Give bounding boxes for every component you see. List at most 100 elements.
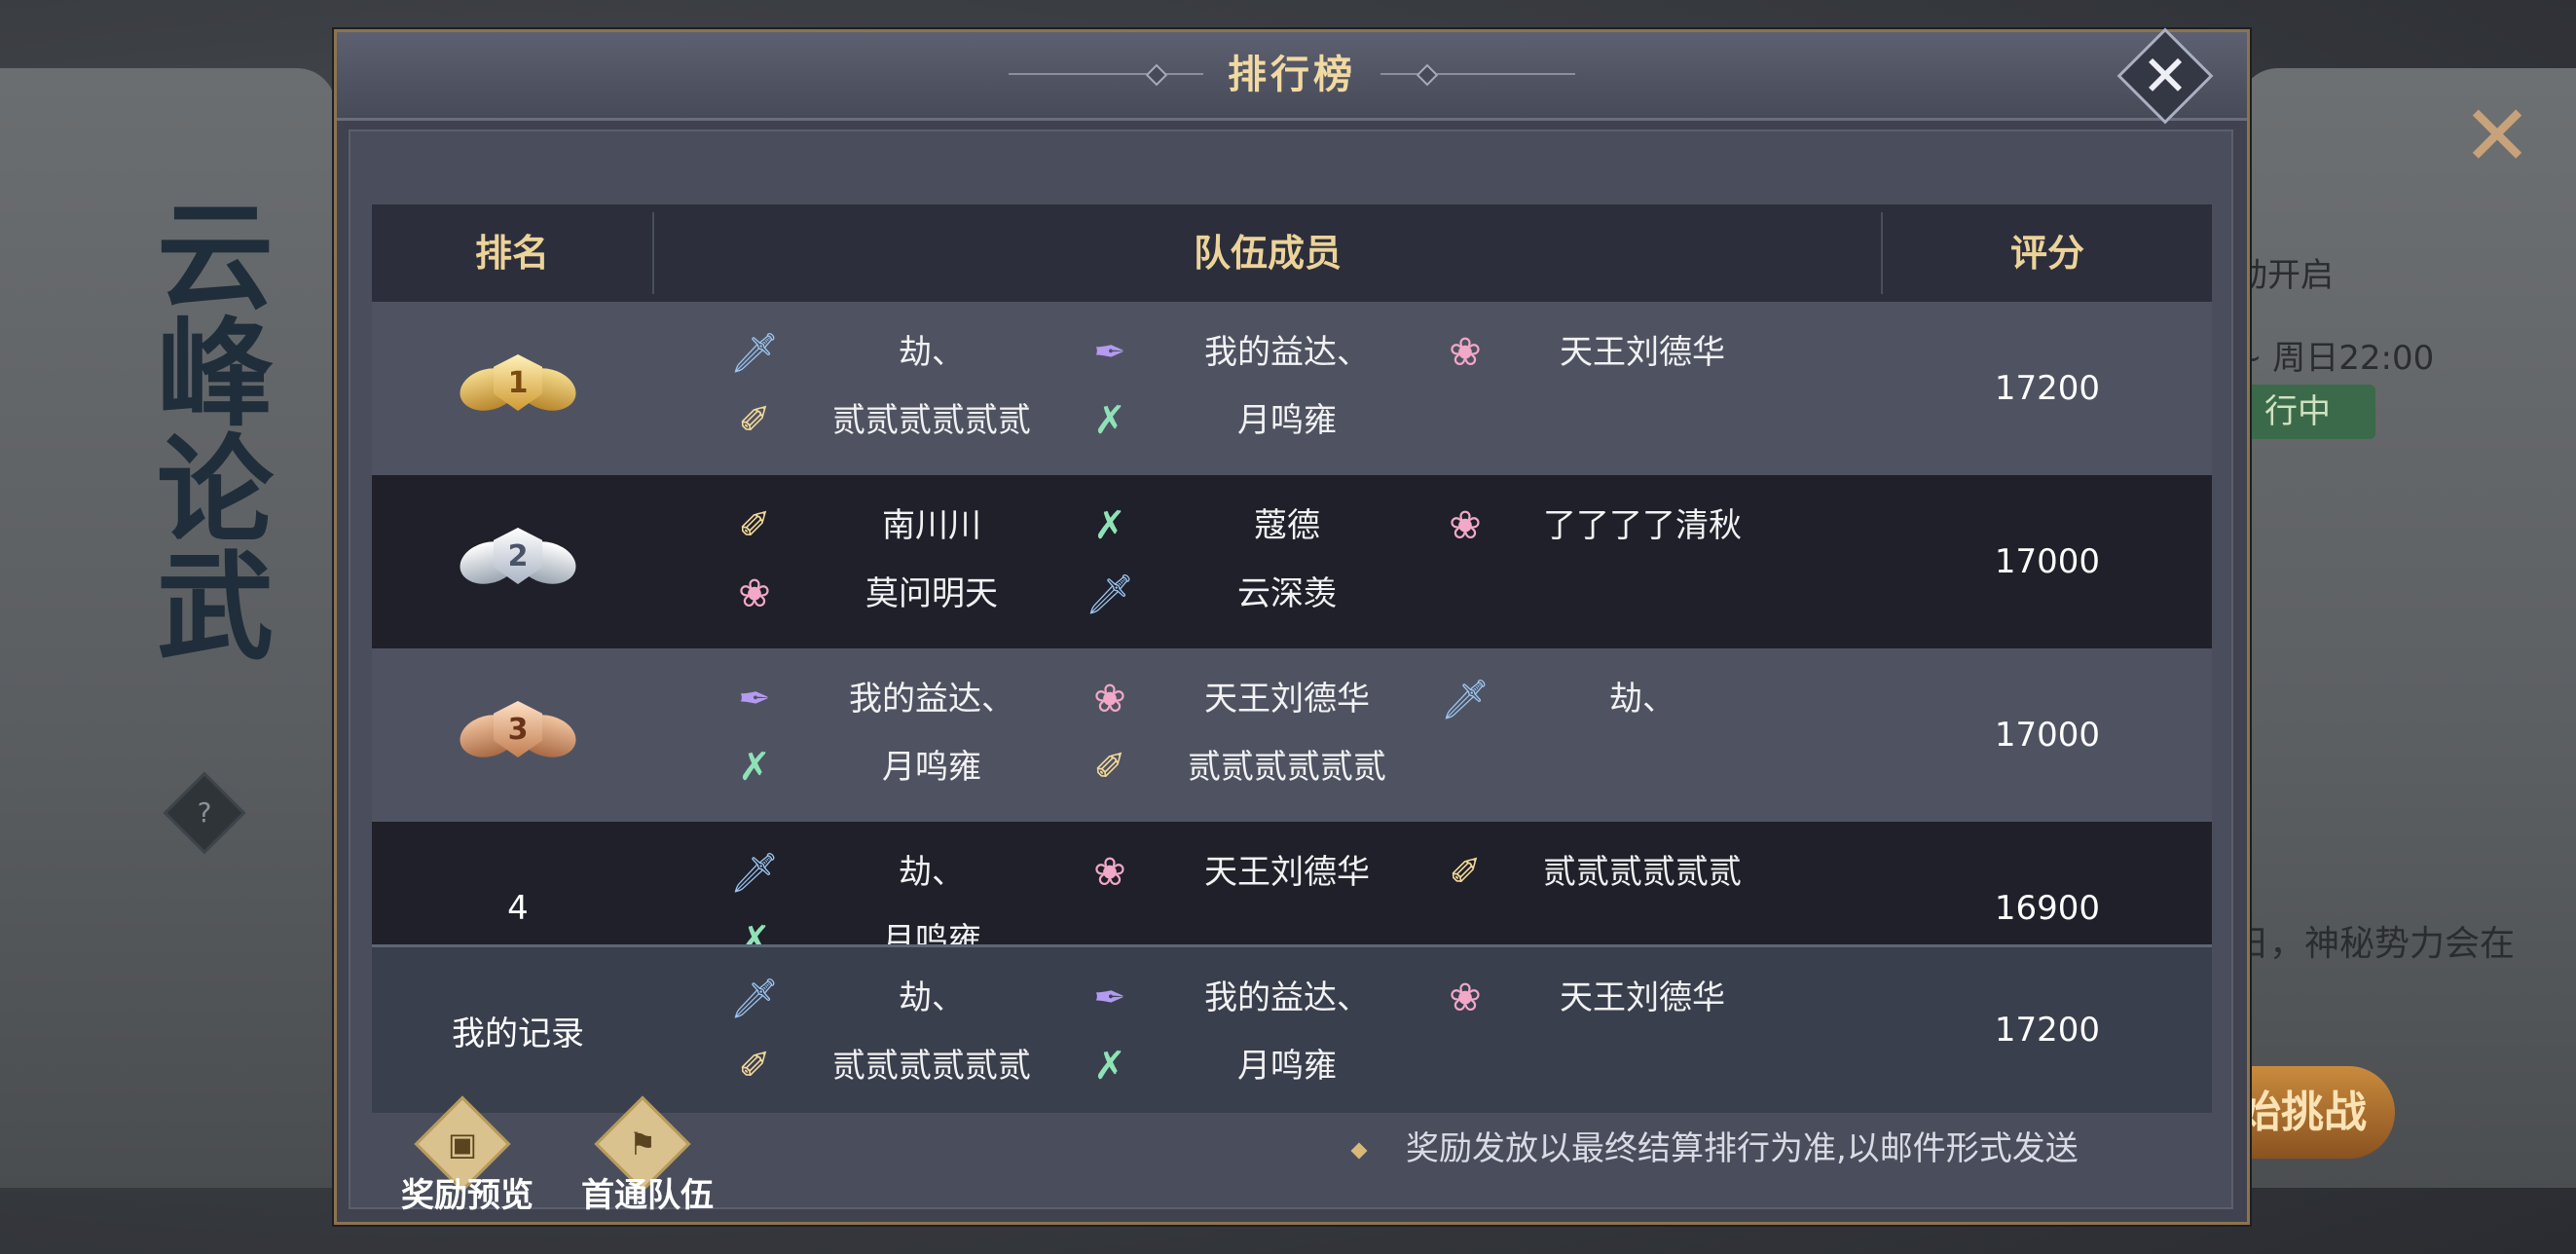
modal-header: 排行榜 ✕ bbox=[337, 27, 2247, 125]
team-member[interactable]: 🗡 劫、 bbox=[727, 841, 1078, 904]
close-icon: ✕ bbox=[2141, 43, 2190, 109]
team-member[interactable]: ❀ 天王刘德华 bbox=[1083, 668, 1433, 730]
table-header: 排名 队伍成员 评分 bbox=[372, 204, 2212, 302]
close-icon[interactable]: ✕ bbox=[2458, 94, 2536, 178]
member-name: 天王刘德华 bbox=[1204, 680, 1370, 719]
team-member[interactable]: ❀ 了了了了清秋 bbox=[1438, 495, 1788, 557]
team-member[interactable]: ❀ 莫问明天 bbox=[727, 563, 1078, 625]
sword-icon: 🗡 bbox=[729, 850, 780, 896]
rank-number: 4 bbox=[507, 889, 529, 928]
member-name: 月鸣雍 bbox=[1237, 401, 1337, 440]
sword-icon: 🗡 bbox=[729, 976, 780, 1021]
member-name: 劫、 bbox=[899, 333, 965, 372]
member-name: 我的益达、 bbox=[849, 680, 1014, 719]
team-member[interactable]: 🗡 云深羡 bbox=[1083, 563, 1433, 625]
member-name: 月鸣雍 bbox=[882, 748, 981, 787]
cross-icon: ✗ bbox=[1093, 1044, 1126, 1088]
member-name: 莫问明天 bbox=[865, 574, 998, 613]
score-cell: 17200 bbox=[1994, 369, 2101, 408]
team-member[interactable]: ✒ 我的益达、 bbox=[727, 668, 1078, 730]
my-record-label: 我的记录 bbox=[452, 1014, 584, 1053]
team-member[interactable]: ✒ 我的益达、 bbox=[1083, 967, 1433, 1029]
reward-notice-text: 奖励发放以最终结算排行为准,以邮件形式发送 bbox=[1406, 1129, 2079, 1168]
scroll-icon: ✐ bbox=[738, 1044, 771, 1088]
scroll-icon: ✐ bbox=[1449, 850, 1482, 895]
team-member[interactable]: ❀ 天王刘德华 bbox=[1438, 967, 1788, 1029]
team-member[interactable]: 🗡 劫、 bbox=[727, 321, 1078, 384]
title-ornament-right bbox=[1380, 73, 1575, 75]
my-record-row: 我的记录 🗡 劫、 ✒ 我的益达、 ❀ 天王刘德华 ✐ 贰贰贰贰贰贰 ✗ 月鸣雍 17200 bbox=[372, 944, 2212, 1113]
score-cell: 17000 bbox=[1994, 716, 2101, 755]
my-record-label-cell: 我的记录 bbox=[372, 947, 664, 1113]
team-member[interactable]: ✐ 贰贰贰贰贰贰 bbox=[1083, 736, 1433, 798]
reward-preview-label: 奖励预览 bbox=[401, 1176, 534, 1215]
ranking-row[interactable]: 3 ✒ 我的益达、 ❀ 天王刘德华 🗡 劫、 ✗ 月鸣雍 ✐ 贰贰贰贰贰贰 17000 bbox=[372, 648, 2212, 822]
sword-icon: 🗡 bbox=[729, 330, 780, 376]
modal-title: 排行榜 bbox=[1228, 53, 1356, 97]
first-clear-team-label: 首通队伍 bbox=[581, 1176, 714, 1215]
scroll-icon: ✐ bbox=[738, 503, 771, 548]
team-member[interactable]: ✐ 贰贰贰贰贰贰 bbox=[1438, 841, 1788, 904]
event-info-panel bbox=[2239, 68, 2576, 1188]
team-member[interactable]: ✗ 月鸣雍 bbox=[727, 909, 1078, 944]
score-cell: 17000 bbox=[1994, 542, 2101, 581]
member-name: 劫、 bbox=[1609, 680, 1675, 719]
my-record-score: 17200 bbox=[1994, 1011, 2101, 1050]
sword-icon: 🗡 bbox=[1085, 572, 1135, 617]
member-name: 贰贰贰贰贰贰 bbox=[832, 1047, 1031, 1086]
gold-medal-icon: 1 bbox=[455, 350, 581, 427]
fan-icon: ❀ bbox=[1449, 976, 1482, 1020]
ranking-row[interactable]: 2 ✐ 南川川 ✗ 蔻德 ❀ 了了了了清秋 ❀ 莫问明天 🗡 云深羡 17000 bbox=[372, 475, 2212, 648]
header-members: 队伍成员 bbox=[1193, 232, 1342, 275]
team-member[interactable]: 🗡 劫、 bbox=[1438, 668, 1788, 730]
rank-cell: 1 bbox=[372, 302, 664, 475]
member-name: 月鸣雍 bbox=[882, 921, 981, 944]
rank-cell: 2 bbox=[372, 475, 664, 648]
cross-icon: ✗ bbox=[738, 918, 771, 944]
sword-icon: 🗡 bbox=[1440, 677, 1490, 722]
cross-icon: ✗ bbox=[738, 745, 771, 790]
member-name: 贰贰贰贰贰贰 bbox=[1543, 853, 1742, 892]
event-time-text: ~ 周日22:00 bbox=[2234, 339, 2435, 378]
header-score: 评分 bbox=[2009, 232, 2084, 275]
member-name: 南川川 bbox=[882, 506, 981, 545]
feather-icon: ✒ bbox=[1093, 976, 1126, 1020]
ranking-row[interactable]: 1 🗡 劫、 ✒ 我的益达、 ❀ 天王刘德华 ✐ 贰贰贰贰贰贰 ✗ 月鸣雍 17200 bbox=[372, 302, 2212, 475]
team-member[interactable]: ✗ 月鸣雍 bbox=[1083, 389, 1433, 452]
member-name: 天王刘德华 bbox=[1560, 978, 1725, 1017]
modal-body: 排名 队伍成员 评分 1 🗡 劫、 ✒ 我的益达、 ❀ 天王刘德华 ✐ 贰贰贰贰贰贰 ✗ 月鸣雍 17… bbox=[349, 129, 2233, 1215]
team-member[interactable]: ❀ 天王刘德华 bbox=[1438, 321, 1788, 384]
member-name: 蔻德 bbox=[1254, 506, 1320, 545]
bronze-medal-icon: 3 bbox=[455, 696, 581, 774]
member-name: 贰贰贰贰贰贰 bbox=[832, 401, 1031, 440]
feather-icon: ✒ bbox=[1093, 330, 1126, 375]
silver-medal-icon: 2 bbox=[455, 523, 581, 601]
cross-icon: ✗ bbox=[1093, 503, 1126, 548]
fan-icon: ❀ bbox=[1449, 503, 1482, 548]
ranking-row[interactable]: 4 🗡 劫、 ❀ 天王刘德华 ✐ 贰贰贰贰贰贰 ✗ 月鸣雍 16900 bbox=[372, 822, 2212, 944]
reward-notice: 奖励发放以最终结算排行为准,以邮件形式发送 bbox=[1350, 1125, 2229, 1173]
bullet-icon bbox=[1350, 1142, 1368, 1159]
team-member[interactable]: 🗡 劫、 bbox=[727, 967, 1078, 1029]
first-clear-team-button[interactable]: ⚑ 首通队伍 bbox=[560, 1095, 735, 1217]
member-name: 我的益达、 bbox=[1204, 333, 1370, 372]
fan-icon: ❀ bbox=[1093, 677, 1126, 721]
member-name: 劫、 bbox=[899, 978, 965, 1017]
team-member[interactable]: ✐ 南川川 bbox=[727, 495, 1078, 557]
ranking-list[interactable]: 1 🗡 劫、 ✒ 我的益达、 ❀ 天王刘德华 ✐ 贰贰贰贰贰贰 ✗ 月鸣雍 17200 2 ✐ 南川川 ✗ 蔻德… bbox=[372, 302, 2212, 944]
member-name: 我的益达、 bbox=[1204, 978, 1370, 1017]
team-member[interactable]: ✗ 月鸣雍 bbox=[1083, 1035, 1433, 1097]
member-name: 天王刘德华 bbox=[1560, 333, 1725, 372]
member-name: 云深羡 bbox=[1237, 574, 1337, 613]
team-member[interactable]: ✗ 蔻德 bbox=[1083, 495, 1433, 557]
team-member[interactable]: ✐ 贰贰贰贰贰贰 bbox=[727, 389, 1078, 452]
rank-cell: 3 bbox=[372, 648, 664, 822]
rank-cell: 4 bbox=[372, 822, 664, 944]
team-member[interactable]: ✗ 月鸣雍 bbox=[727, 736, 1078, 798]
leaderboard-modal: 排行榜 ✕ 排名 队伍成员 评分 1 🗡 劫、 ✒ 我的益达、 ❀ 天王刘德华 ✐ 贰贰贰贰贰贰… bbox=[334, 27, 2250, 1225]
team-member[interactable]: ✒ 我的益达、 bbox=[1083, 321, 1433, 384]
team-member[interactable]: ❀ 天王刘德华 bbox=[1083, 841, 1433, 904]
event-title: 云峰论武 bbox=[136, 195, 274, 662]
reward-preview-button[interactable]: ▣ 奖励预览 bbox=[380, 1095, 555, 1217]
team-member[interactable]: ✐ 贰贰贰贰贰贰 bbox=[727, 1035, 1078, 1097]
